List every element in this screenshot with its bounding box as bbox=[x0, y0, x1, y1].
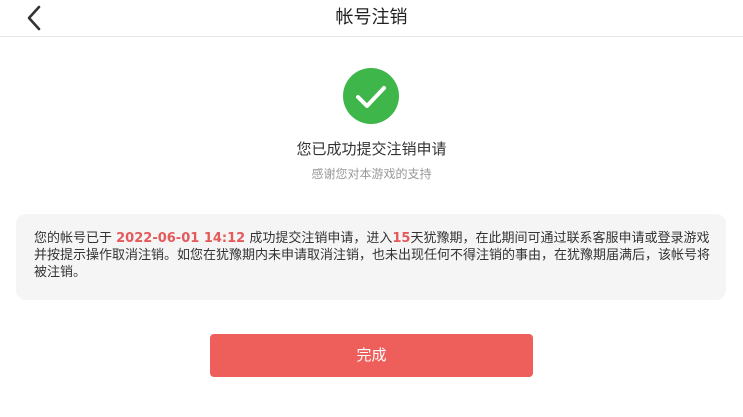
page-title: 帐号注销 bbox=[335, 7, 408, 28]
notice-text-part1: 您的帐号已于 bbox=[34, 231, 117, 246]
success-subtitle: 感谢您对本游戏的支持 bbox=[311, 167, 432, 181]
success-title: 您已成功提交注销申请 bbox=[296, 140, 447, 158]
done-button[interactable]: 完成 bbox=[210, 334, 533, 377]
check-circle-icon bbox=[343, 68, 399, 124]
notice-text-part2: 成功提交注销申请，进入 bbox=[245, 231, 393, 246]
nav-bar: 帐号注销 bbox=[0, 0, 743, 37]
notice-box: 您的帐号已于 2022-06-01 14:12 成功提交注销申请，进入15天犹豫… bbox=[16, 214, 726, 300]
submission-datetime: 2022-06-01 14:12 bbox=[116, 231, 246, 246]
cooling-days: 15 bbox=[392, 231, 411, 246]
account-cancellation-page: 帐号注销 您已成功提交注销申请 感谢您对本游戏的支持 您的帐号已于 2022-0… bbox=[0, 0, 743, 417]
